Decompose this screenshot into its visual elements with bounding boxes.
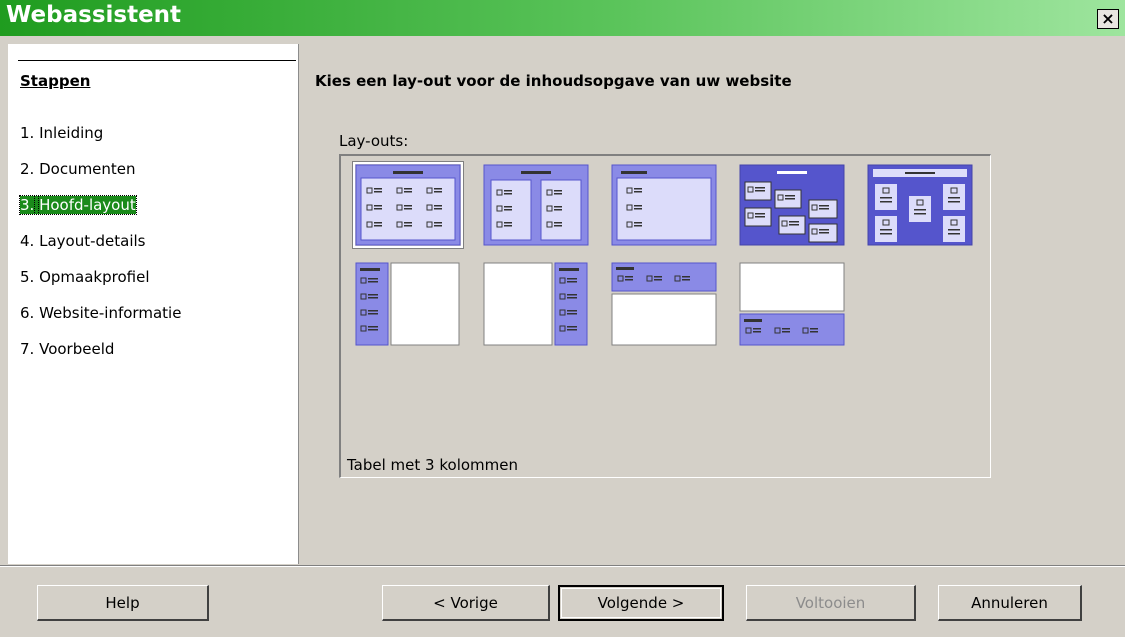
help-button[interactable]: Help bbox=[37, 585, 209, 621]
layout-thumb-frame-left[interactable] bbox=[355, 262, 461, 346]
layout-thumb-staggered[interactable] bbox=[739, 164, 845, 246]
step-voorbeeld[interactable]: 7. Voorbeeld bbox=[20, 340, 114, 358]
layout-thumb-3-columns[interactable] bbox=[353, 162, 463, 248]
back-button[interactable]: < Vorige bbox=[382, 585, 550, 621]
selected-layout-caption: Tabel met 3 kolommen bbox=[347, 456, 518, 474]
step-opmaakprofiel[interactable]: 5. Opmaakprofiel bbox=[20, 268, 149, 286]
layout-thumb-frame-right[interactable] bbox=[483, 262, 589, 346]
close-button[interactable]: × bbox=[1097, 9, 1119, 29]
layouts-label: Lay-outs: bbox=[339, 132, 409, 150]
title-bar: Webassistent × bbox=[0, 0, 1125, 36]
step-website-informatie[interactable]: 6. Website-informatie bbox=[20, 304, 181, 322]
finish-button[interactable]: Voltooien bbox=[746, 585, 916, 621]
step-documenten[interactable]: 2. Documenten bbox=[20, 160, 136, 178]
layout-thumb-frame-top[interactable] bbox=[611, 262, 717, 346]
steps-heading: Stappen bbox=[20, 72, 91, 90]
main-pane: Kies een lay-out voor de inhoudsopgave v… bbox=[299, 44, 1125, 564]
layout-thumb-frame-bottom[interactable] bbox=[739, 262, 845, 346]
steps-pane: Stappen 1. Inleiding 2. Documenten 3. Ho… bbox=[8, 44, 299, 564]
step-inleiding[interactable]: 1. Inleiding bbox=[20, 124, 103, 142]
next-button[interactable]: Volgende > bbox=[558, 585, 724, 621]
page-heading: Kies een lay-out voor de inhoudsopgave v… bbox=[315, 72, 792, 90]
layout-thumb-1-column[interactable] bbox=[611, 164, 717, 246]
layout-thumb-boxes[interactable] bbox=[867, 164, 973, 246]
window-title: Webassistent bbox=[6, 2, 182, 28]
step-layout-details[interactable]: 4. Layout-details bbox=[20, 232, 145, 250]
steps-divider bbox=[18, 60, 296, 61]
close-icon: × bbox=[1101, 9, 1115, 28]
cancel-button[interactable]: Annuleren bbox=[938, 585, 1082, 621]
layout-thumb-2-columns[interactable] bbox=[483, 164, 589, 246]
layouts-listbox[interactable]: Tabel met 3 kolommen bbox=[339, 154, 991, 478]
step-hoofd-layout[interactable]: 3. Hoofd-layout bbox=[18, 195, 137, 215]
